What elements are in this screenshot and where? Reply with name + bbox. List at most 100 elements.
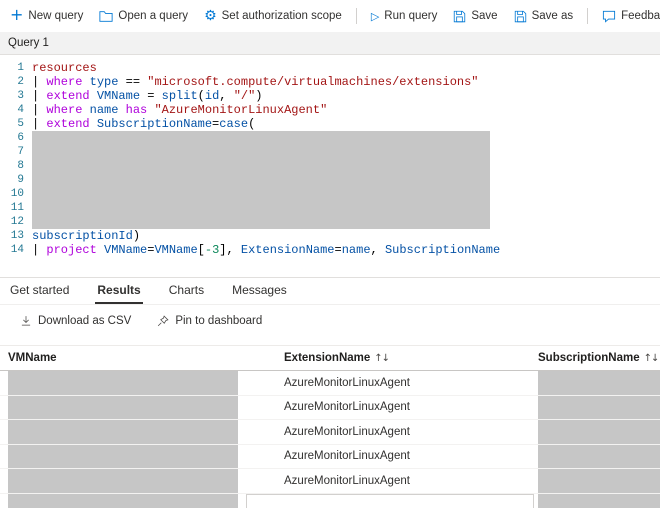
feedback-label: Feedback xyxy=(621,10,660,22)
code-token: SubscriptionName xyxy=(384,243,501,257)
column-header-subscriptionname[interactable]: SubscriptionName ↑↓ xyxy=(526,352,660,364)
redacted-value xyxy=(538,493,660,508)
column-header-extensionname[interactable]: ExtensionName ↑↓ xyxy=(272,352,526,364)
vmname-cell[interactable] xyxy=(0,493,272,508)
code-token: | xyxy=(32,75,47,89)
folder-open-icon xyxy=(99,10,113,22)
line-number: 10 xyxy=(10,188,24,200)
download-csv-label: Download as CSV xyxy=(38,315,132,327)
tab-query-1[interactable]: Query 1 xyxy=(0,34,59,52)
results-table: VMName ExtensionName ↑↓ SubscriptionName… xyxy=(0,345,660,508)
editor-line: 5 | extend SubscriptionName=case( xyxy=(0,117,660,131)
redacted-value xyxy=(538,420,660,444)
tab-messages[interactable]: Messages xyxy=(230,278,289,304)
code-token: ( xyxy=(248,117,256,131)
code-token: | xyxy=(32,103,47,117)
redacted-value xyxy=(8,444,238,468)
code-token: VMName xyxy=(154,243,198,257)
editor-line: 14 | project VMName=VMName[-3], Extension… xyxy=(0,243,660,257)
code-token: has xyxy=(125,103,148,117)
line-number: 4 xyxy=(17,104,24,116)
line-number: 11 xyxy=(10,202,24,214)
table-row[interactable]: AzureMonitorLinuxAgent xyxy=(0,420,660,445)
code-token: [ xyxy=(197,243,205,257)
subscription-name-cell[interactable] xyxy=(526,420,660,444)
feedback-button[interactable]: Feedback xyxy=(600,8,660,25)
line-number: 8 xyxy=(17,160,24,172)
table-row[interactable]: AzureMonitorLinuxAgent xyxy=(0,395,660,420)
editor-redacted-block xyxy=(32,131,490,229)
extension-name-cell[interactable]: AzureMonitorLinuxAgent xyxy=(272,445,526,469)
subscription-name-cell[interactable] xyxy=(526,469,660,493)
code-text: resources xyxy=(24,61,97,75)
vmname-cell[interactable] xyxy=(0,420,272,444)
subscription-name-cell[interactable] xyxy=(526,493,660,508)
table-row[interactable]: AzureMonitorLinuxAgent xyxy=(0,371,660,396)
redacted-value xyxy=(538,371,660,395)
line-number: 9 xyxy=(17,174,24,186)
pin-dashboard-button[interactable]: Pin to dashboard xyxy=(157,315,262,327)
code-token: type xyxy=(89,75,119,89)
extension-name-cell[interactable]: AzureMonitorLinuxAgent xyxy=(272,420,526,444)
set-authorization-scope-button[interactable]: ⚙ Set authorization scope xyxy=(202,7,344,25)
download-csv-button[interactable]: Download as CSV xyxy=(20,315,131,327)
tab-results[interactable]: Results xyxy=(95,278,143,304)
new-query-button[interactable]: + New query xyxy=(8,7,85,25)
redacted-value xyxy=(8,395,238,419)
extension-name-cell[interactable]: AzureMonitorLinuxAgent xyxy=(272,469,526,493)
subscription-name-cell[interactable] xyxy=(526,395,660,419)
tab-label: Get started xyxy=(10,283,70,297)
code-token: "AzureMonitorLinuxAgent" xyxy=(154,103,328,117)
grid-partial-cell[interactable] xyxy=(246,494,534,508)
editor-line: 13 subscriptionId) xyxy=(0,229,660,243)
code-text: | where name has "AzureMonitorLinuxAgent… xyxy=(24,103,327,117)
query-editor[interactable]: 1 resources 2 | where type == "microsoft.co… xyxy=(0,55,660,277)
set-authorization-scope-label: Set authorization scope xyxy=(221,10,342,22)
column-header-vmname: VMName xyxy=(0,352,272,364)
open-query-button[interactable]: Open a query xyxy=(97,8,190,24)
tab-label: Results xyxy=(97,283,141,297)
redacted-value xyxy=(8,493,238,508)
code-token: case xyxy=(219,117,249,131)
sort-arrows-icon[interactable]: ↑↓ xyxy=(374,353,390,364)
tab-get-started[interactable]: Get started xyxy=(8,278,71,304)
code-token: name xyxy=(89,103,119,117)
editor-line: 3 | extend VMName = split(id, "/") xyxy=(0,89,660,103)
line-number: 7 xyxy=(17,146,24,158)
save-as-button[interactable]: Save as xyxy=(512,8,576,25)
editor-line: 4 | where name has "AzureMonitorLinuxAgen… xyxy=(0,103,660,117)
line-number: 13 xyxy=(10,230,24,242)
extension-name-cell[interactable]: AzureMonitorLinuxAgent xyxy=(272,371,526,395)
table-row[interactable]: AzureMonitorLinuxAgent xyxy=(0,469,660,494)
save-button[interactable]: Save xyxy=(451,8,499,25)
new-query-label: New query xyxy=(28,10,84,22)
query-tab-label: Query 1 xyxy=(8,37,49,49)
extension-name-cell[interactable]: AzureMonitorLinuxAgent xyxy=(272,396,526,420)
gear-icon: ⚙ xyxy=(204,8,217,24)
toolbar-separator xyxy=(587,8,589,24)
table-header-row: VMName ExtensionName ↑↓ SubscriptionName… xyxy=(0,345,660,371)
table-row[interactable]: AzureMonitorLinuxAgent xyxy=(0,444,660,469)
save-as-icon xyxy=(514,10,527,23)
code-token: , xyxy=(370,243,385,257)
code-token: name xyxy=(341,243,371,257)
run-query-button[interactable]: ▷ Run query xyxy=(369,8,440,24)
pin-icon xyxy=(157,315,169,327)
download-icon xyxy=(20,315,32,327)
sort-arrows-icon[interactable]: ↑↓ xyxy=(644,353,660,364)
vmname-cell[interactable] xyxy=(0,395,272,419)
vmname-cell[interactable] xyxy=(0,371,272,395)
vmname-cell[interactable] xyxy=(0,469,272,493)
subscription-name-cell[interactable] xyxy=(526,444,660,468)
subscription-name-cell[interactable] xyxy=(526,371,660,395)
pin-dashboard-label: Pin to dashboard xyxy=(175,315,263,327)
play-icon: ▷ xyxy=(370,9,380,23)
tab-charts[interactable]: Charts xyxy=(167,278,206,304)
vmname-cell[interactable] xyxy=(0,444,272,468)
results-tabs: Get started Results Charts Messages xyxy=(0,277,660,305)
